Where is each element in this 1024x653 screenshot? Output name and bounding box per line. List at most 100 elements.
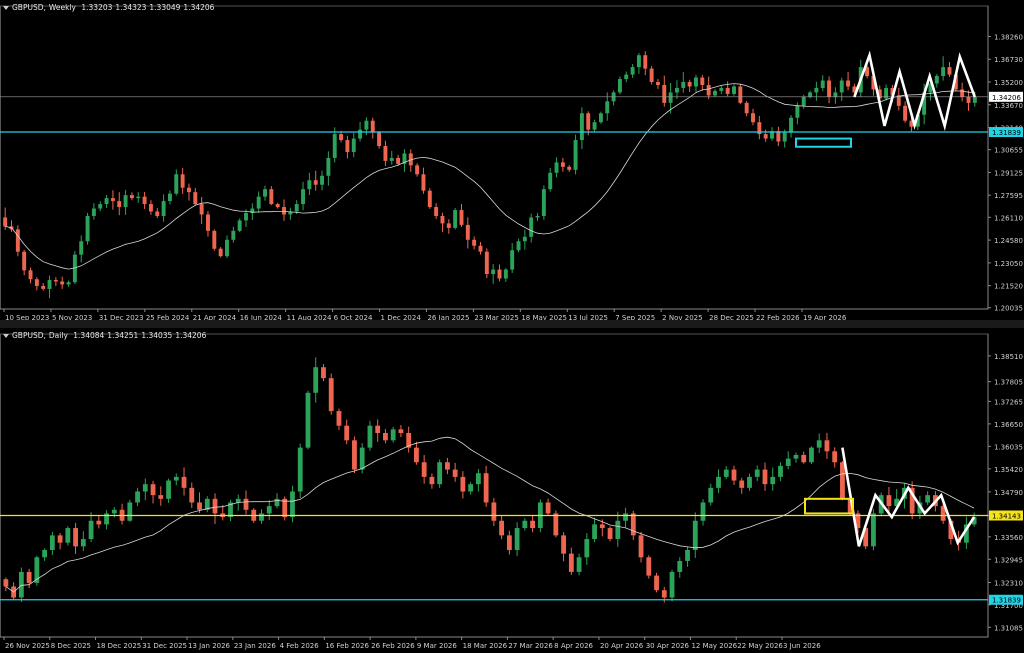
candle-body: [274, 498, 280, 507]
candle-body: [294, 204, 299, 212]
candle-body: [972, 96, 977, 103]
candle-body: [739, 480, 745, 488]
candle-body: [475, 473, 481, 485]
candle-body: [465, 224, 470, 240]
y-tick-label: 1.37805: [994, 379, 1023, 387]
candle-body: [522, 520, 528, 529]
candle-body: [827, 80, 832, 97]
candle-body: [516, 241, 521, 251]
candle-body: [301, 189, 306, 205]
candle-body: [732, 86, 736, 94]
candle-body: [275, 204, 280, 208]
candle-body: [453, 210, 458, 228]
candle-body: [560, 162, 565, 167]
daily-chart-panel[interactable]: 1.38510 1.37805 1.37265 1.36650 1.36035 1.354…: [0, 328, 1024, 653]
y-tick-label: 1.36730: [994, 56, 1023, 64]
candle-body: [762, 469, 768, 485]
x-tick-label: 8 Apr 2026: [554, 642, 593, 650]
candle-body: [269, 189, 274, 205]
candle-body: [85, 215, 90, 242]
candle-body: [28, 270, 33, 280]
daily-chart-svg[interactable]: 1.38510 1.37805 1.37265 1.36650 1.36035 1.354…: [0, 328, 1024, 653]
candle-body: [460, 476, 466, 492]
weekly-chart-panel[interactable]: 1.382601.367301.352001.336701.321401.306…: [0, 0, 1024, 320]
candle-body: [960, 89, 965, 97]
candle-body: [351, 138, 356, 152]
candle-body: [661, 590, 667, 598]
candle-body: [677, 560, 683, 572]
candle-body: [636, 55, 641, 68]
candle-body: [155, 211, 160, 216]
target-zone-box[interactable]: [804, 497, 854, 515]
y-tick-label: 1.21520: [994, 283, 1023, 291]
y-tick-label: 1.23050: [994, 260, 1023, 268]
weekly-chart-svg[interactable]: 1.382601.367301.352001.336701.321401.306…: [0, 0, 1024, 320]
candle-body: [206, 214, 210, 231]
candle-body: [529, 217, 534, 237]
moving-average-line: [5, 436, 975, 593]
candle-body: [795, 105, 800, 118]
plot-frame: [0, 5, 989, 310]
candle-body: [484, 251, 489, 275]
x-tick-label: 23 Jan 2026: [234, 642, 277, 650]
x-tick-label: 26 Nov 2025: [5, 642, 50, 650]
panel-separator[interactable]: [0, 320, 1024, 328]
candle-body: [212, 498, 218, 514]
candle-body: [491, 502, 497, 521]
candle-body: [358, 129, 363, 139]
candle-body: [80, 539, 86, 547]
chevron-down-icon[interactable]: [3, 6, 9, 10]
candle-body: [79, 241, 84, 255]
daily-low: 1.34035: [141, 331, 173, 340]
candle-body: [662, 84, 667, 103]
candle-body: [73, 528, 78, 547]
x-tick-label: 18 Mar 2026: [463, 642, 508, 650]
candle-body: [478, 245, 483, 252]
y-tick-label: 1.30655: [994, 147, 1023, 155]
candle-body: [389, 157, 394, 161]
candle-body: [370, 120, 375, 133]
candle-body: [576, 557, 582, 572]
candle-body: [150, 484, 156, 496]
candle-body: [568, 553, 574, 572]
candle-body: [49, 535, 55, 550]
candle-body: [522, 236, 527, 242]
candle-body: [510, 250, 515, 270]
candle-body: [136, 196, 141, 199]
pattern-zigzag[interactable]: [841, 447, 976, 547]
candle-body: [47, 279, 52, 289]
candle-body: [747, 476, 752, 488]
candle-body: [231, 230, 236, 240]
candle-body: [321, 367, 326, 379]
candle-body: [135, 491, 140, 503]
y-tick-label: 1.36650: [994, 421, 1023, 429]
daily-high: 1.34251: [107, 331, 139, 340]
weekly-open: 1.33203: [81, 3, 113, 12]
y-tick-label: 1.32945: [994, 556, 1023, 564]
candle-body: [692, 520, 698, 550]
candle-body: [290, 491, 295, 518]
daily-open: 1.34084: [73, 331, 105, 340]
candle-body: [142, 196, 147, 205]
y-tick-label: 1.35420: [994, 466, 1023, 474]
y-tick-label: 1.31085: [994, 624, 1023, 632]
candle-body: [398, 429, 404, 434]
candle-body: [320, 175, 325, 185]
candle-body: [615, 520, 621, 540]
candle-body: [158, 495, 164, 499]
x-tick-label: 27 Mar 2026: [508, 642, 553, 650]
candle-body: [719, 87, 724, 91]
candle-body: [599, 524, 605, 529]
candle-body: [18, 571, 24, 598]
candle-body: [173, 476, 179, 481]
candle-body: [685, 549, 690, 561]
candle-body: [700, 502, 706, 521]
candle-body: [725, 87, 730, 94]
candle-body: [336, 411, 342, 426]
candle-body: [584, 539, 590, 558]
candle-body: [624, 74, 629, 80]
target-zone-box[interactable]: [795, 137, 852, 148]
chevron-down-icon[interactable]: [3, 334, 9, 338]
candle-body: [427, 190, 432, 208]
candle-body: [383, 146, 388, 161]
